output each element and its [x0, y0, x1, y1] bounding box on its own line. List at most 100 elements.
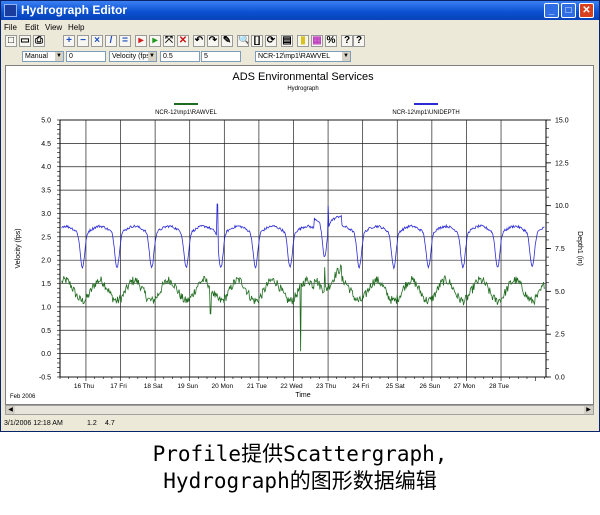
status-datetime: 3/1/2006 12:18 AM [4, 420, 63, 427]
y-tick-label: 0.0 [41, 351, 51, 358]
caption-line1: Profile提供Scattergraph, [152, 442, 448, 466]
x-tick-label: 24 Fri [352, 383, 369, 390]
x-tick-label: 26 Sun [420, 383, 441, 390]
cross-icon[interactable]: ✕ [177, 35, 189, 47]
y-tick-label: 1.5 [41, 281, 51, 288]
red-flag-icon[interactable]: ▸ [135, 35, 147, 47]
y2-tick-label: 15.0 [555, 118, 569, 125]
save-icon[interactable]: ▤ [281, 35, 293, 47]
print-icon[interactable]: ⎙ [33, 35, 45, 47]
menu-file[interactable]: File [4, 23, 17, 32]
status-value1: 1.2 [87, 420, 97, 427]
zoom-icon[interactable]: 🔍 [237, 35, 249, 47]
percent-icon[interactable]: % [325, 35, 337, 47]
app-icon [4, 4, 17, 17]
x-axis-label: Time [295, 392, 310, 399]
title-bar[interactable]: Hydrograph Editor _ □ ✕ [1, 1, 599, 20]
y2-tick-label: 12.5 [555, 160, 569, 167]
maximize-button[interactable]: □ [561, 3, 576, 18]
y-tick-label: 3.0 [41, 211, 51, 218]
hydrograph-chart[interactable]: ADS Environmental Services Hydrograph NCR-… [5, 65, 594, 405]
plot-frame [59, 119, 547, 378]
y-tick-label: 4.0 [41, 164, 51, 171]
x-tick-label: 28 Tue [489, 383, 509, 390]
close-button[interactable]: ✕ [579, 3, 594, 18]
delete-icon[interactable]: × [91, 35, 103, 47]
mode-select[interactable]: Manual ▼ [22, 51, 64, 62]
entity-value1-field[interactable]: 0.5 [160, 51, 200, 62]
x-tick-label: 17 Fri [110, 383, 127, 390]
legend-label: NCR-12\mp1\RAWVEL [155, 110, 217, 116]
y2-tick-label: 2.5 [555, 332, 565, 339]
x-tick-label: 19 Sun [177, 383, 198, 390]
y-axis-label: Velocity (fps) [15, 228, 22, 268]
add-point-icon[interactable]: + [63, 35, 75, 47]
whats-this-icon[interactable]: ? [353, 35, 365, 47]
green-flag-icon[interactable]: ▸ [149, 35, 161, 47]
yellow-bar-icon[interactable]: ▮ [297, 35, 309, 47]
mode-value-field[interactable]: 0 [66, 51, 106, 62]
draw-line-icon[interactable]: / [105, 35, 117, 47]
refresh-icon[interactable]: ⟳ [265, 35, 277, 47]
x-tick-label: 21 Tue [247, 383, 267, 390]
scroll-left-icon[interactable]: ◀ [6, 406, 15, 414]
chevron-down-icon: ▼ [55, 52, 63, 61]
x-tick-label: 27 Mon [454, 383, 476, 390]
menu-help[interactable]: Help [68, 23, 84, 32]
x-tick-label: 20 Mon [211, 383, 233, 390]
status-bar: 3/1/2006 12:18 AM 1.2 4.7 [1, 418, 599, 431]
select-icon[interactable]: ⤧ [163, 35, 175, 47]
scroll-right-icon[interactable]: ▶ [584, 406, 593, 414]
caption: Profile提供Scattergraph, Hydrograph的图形数据编辑 [0, 441, 600, 495]
minimize-button[interactable]: _ [544, 3, 559, 18]
chart-subtitle: Hydrograph [287, 86, 318, 92]
menu-edit[interactable]: Edit [25, 23, 39, 32]
y-tick-label: 1.0 [41, 304, 51, 311]
edit-icon[interactable]: ✎ [221, 35, 233, 47]
entity-select-value: Velocity (fps) [112, 53, 153, 60]
fit-icon[interactable]: [] [251, 35, 263, 47]
toolbar: □▭⎙+−×/=▸▸⤧✕↶↷✎🔍[]⟳▤▮▦%?? [1, 34, 599, 50]
y-tick-label: 5.0 [41, 118, 51, 125]
color-grid-icon[interactable]: ▦ [311, 35, 323, 47]
undo-icon[interactable]: ↶ [193, 35, 205, 47]
x-tick-label: 16 Thu [74, 383, 95, 390]
x-tick-label: 25 Sat [386, 383, 405, 390]
hydrograph-editor-window: Hydrograph Editor _ □ ✕ File Edit View H… [0, 0, 600, 432]
help-icon[interactable]: ? [341, 35, 353, 47]
y-tick-label: 2.0 [41, 258, 51, 265]
chevron-down-icon: ▼ [342, 52, 350, 61]
caption-line2: Hydrograph的图形数据编辑 [163, 469, 437, 493]
menu-view[interactable]: View [45, 23, 62, 32]
location-select[interactable]: NCR-12\mp1\RAWVEL ▼ [255, 51, 351, 62]
chart-title: ADS Environmental Services [232, 71, 374, 83]
y-tick-label: 2.5 [41, 234, 51, 241]
month-label: Feb 2006 [10, 394, 36, 400]
y-tick-label: -0.5 [39, 375, 51, 382]
location-select-value: NCR-12\mp1\RAWVEL [258, 53, 331, 60]
horizontal-scrollbar[interactable]: ◀ ▶ [5, 405, 594, 415]
remove-point-icon[interactable]: − [77, 35, 89, 47]
y2-axis-label: Depth1 (in) [576, 231, 583, 266]
entity-value2-field[interactable]: 5 [201, 51, 241, 62]
status-value2: 4.7 [105, 420, 115, 427]
y-tick-label: 3.5 [41, 188, 51, 195]
entity-select[interactable]: Velocity (fps) ▼ [109, 51, 157, 62]
y2-tick-label: 10.0 [555, 203, 569, 210]
menu-bar: File Edit View Help [1, 20, 599, 34]
mode-select-value: Manual [25, 53, 48, 60]
open-icon[interactable]: ▭ [19, 35, 31, 47]
equals-icon[interactable]: = [119, 35, 131, 47]
y2-tick-label: 7.5 [555, 246, 565, 253]
x-tick-label: 18 Sat [144, 383, 163, 390]
x-tick-label: 22 Wed [280, 383, 303, 390]
series-line-velocity [61, 263, 545, 352]
y-tick-label: 0.5 [41, 328, 51, 335]
legend-label: NCR-12\mp1\UNIDEPTH [392, 110, 459, 116]
y2-tick-label: 0.0 [555, 375, 565, 382]
redo-icon[interactable]: ↷ [207, 35, 219, 47]
window-title: Hydrograph Editor [21, 3, 128, 17]
y-tick-label: 4.5 [41, 141, 51, 148]
chart-svg: ADS Environmental Services Hydrograph NCR-… [10, 71, 583, 400]
new-icon[interactable]: □ [5, 35, 17, 47]
